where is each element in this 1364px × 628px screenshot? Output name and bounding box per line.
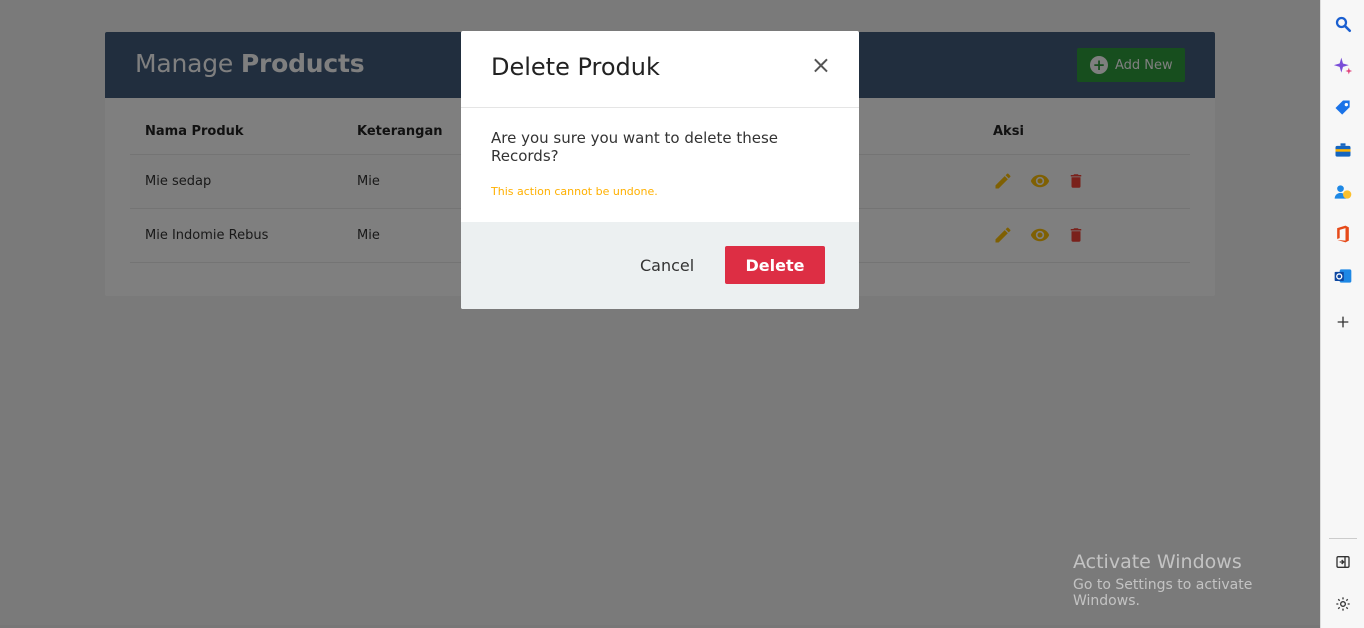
modal-header: Delete Produk × — [461, 31, 859, 108]
modal-body: Are you sure you want to delete these Re… — [461, 108, 859, 222]
delete-modal: Delete Produk × Are you sure you want to… — [461, 31, 859, 309]
confirm-message: Are you sure you want to delete these Re… — [491, 129, 779, 165]
watermark-title: Activate Windows — [1073, 551, 1242, 573]
cancel-button[interactable]: Cancel — [640, 256, 694, 275]
outlook-icon[interactable] — [1333, 266, 1353, 286]
add-icon[interactable] — [1333, 312, 1353, 332]
settings-icon[interactable] — [1333, 594, 1353, 614]
copilot-sparkle-icon[interactable] — [1333, 56, 1353, 76]
modal-footer: Cancel Delete — [461, 222, 859, 309]
delete-button[interactable]: Delete — [725, 246, 825, 284]
modal-title: Delete Produk — [491, 53, 660, 81]
shopping-tag-icon[interactable] — [1333, 98, 1353, 118]
page: Manage Products + Add New Nama Produk Ke… — [0, 0, 1320, 628]
watermark-subtitle: Go to Settings to activate Windows. — [1073, 577, 1253, 609]
warning-text: This action cannot be undone. — [491, 185, 658, 198]
office-icon[interactable] — [1333, 224, 1353, 244]
sidebar-divider — [1329, 538, 1357, 539]
people-games-icon[interactable] — [1333, 182, 1353, 202]
browser-sidebar — [1320, 0, 1364, 628]
tools-briefcase-icon[interactable] — [1333, 140, 1353, 160]
search-icon[interactable] — [1333, 14, 1353, 34]
sidebar-toggle-icon[interactable] — [1333, 552, 1353, 572]
activate-windows-watermark: Activate Windows Go to Settings to activ… — [1073, 551, 1320, 609]
close-icon[interactable]: × — [811, 51, 831, 79]
